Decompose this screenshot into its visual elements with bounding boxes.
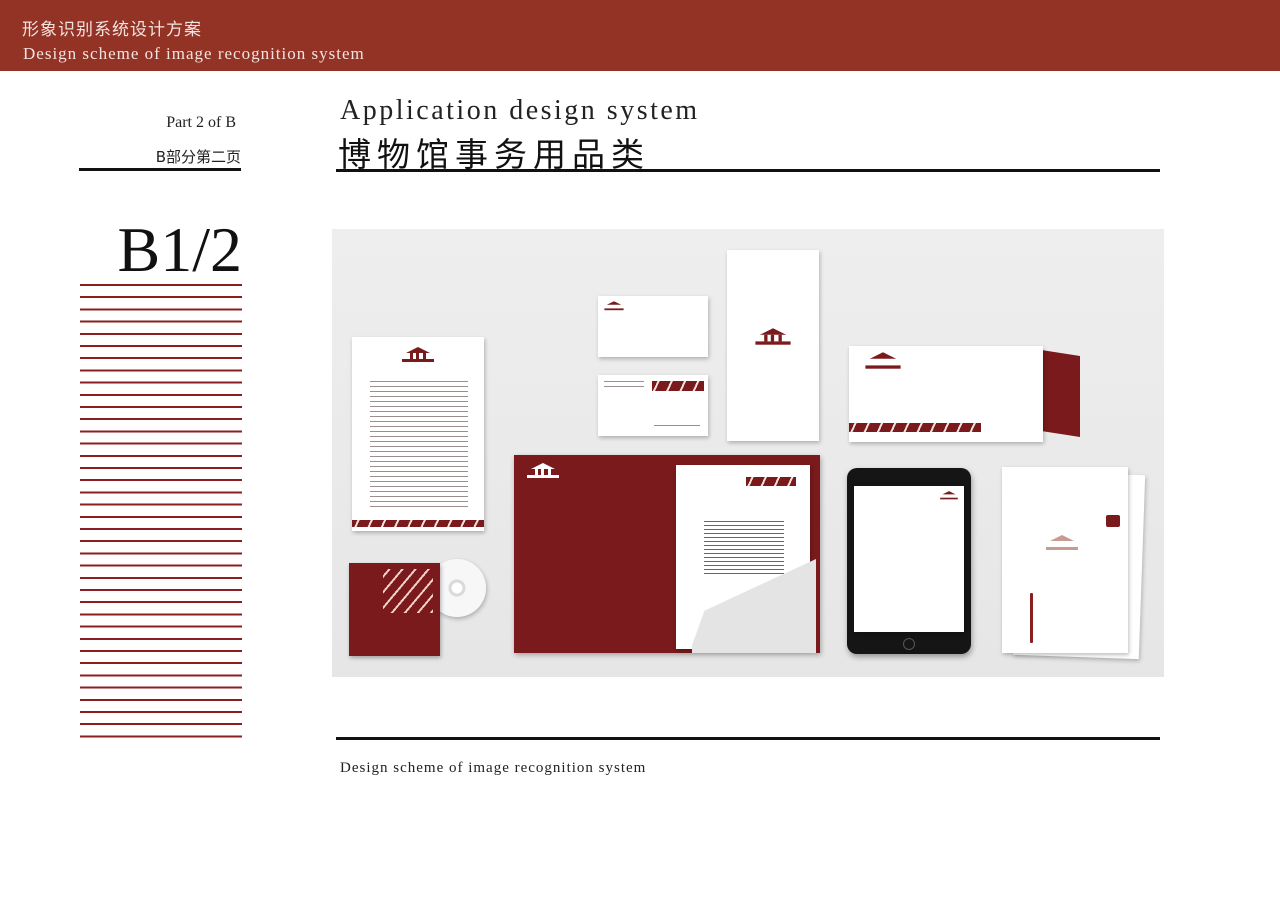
title-divider [336, 169, 1160, 172]
card-pattern [652, 381, 704, 391]
footer-caption: Design scheme of image recognition syste… [340, 760, 647, 776]
footer-divider [336, 737, 1160, 740]
insert-pattern [746, 477, 796, 486]
section-title-en: Application design system [340, 95, 700, 126]
presentation-folder [514, 455, 820, 653]
envelope-pattern [849, 423, 981, 432]
decorative-stripes [80, 284, 242, 744]
part-label-cn: B部分第二页 [155, 148, 241, 166]
page-code: B1/2 [117, 214, 242, 285]
museum-logo-icon [940, 491, 958, 500]
museum-logo-icon [1046, 535, 1078, 550]
business-card-back [598, 375, 708, 436]
sidebar-divider [79, 168, 241, 171]
card-contact-text [654, 425, 700, 430]
cd-sleeve [349, 563, 440, 656]
museum-logo-icon [604, 301, 624, 311]
card-text [604, 381, 644, 391]
museum-logo-icon [527, 463, 559, 478]
pen-icon [1030, 593, 1033, 643]
envelope [849, 346, 1043, 442]
letterhead [352, 337, 484, 531]
tall-envelope [727, 250, 819, 441]
header-title-en: Design scheme of image recognition syste… [23, 44, 365, 63]
business-card-front [598, 296, 708, 357]
part-label-en: Part 2 of B [166, 114, 236, 131]
usb-drive [1106, 515, 1120, 527]
cd-sleeve-pattern [383, 569, 433, 613]
paper-stack-front [1002, 467, 1128, 653]
tablet-screen [854, 486, 964, 632]
header-bar: 形象识别系统设计方案 Design scheme of image recogn… [0, 0, 1280, 71]
letter-body-text [370, 381, 468, 511]
museum-logo-icon [402, 347, 434, 362]
museum-logo-icon [755, 328, 791, 345]
header-title-cn: 形象识别系统设计方案 [22, 20, 202, 40]
letter-footer-pattern [352, 520, 484, 527]
stationery-mockup-image [332, 229, 1164, 677]
tablet-device [847, 468, 971, 654]
home-button-icon [903, 638, 915, 650]
insert-body-text [704, 521, 784, 577]
museum-logo-icon [865, 352, 901, 369]
